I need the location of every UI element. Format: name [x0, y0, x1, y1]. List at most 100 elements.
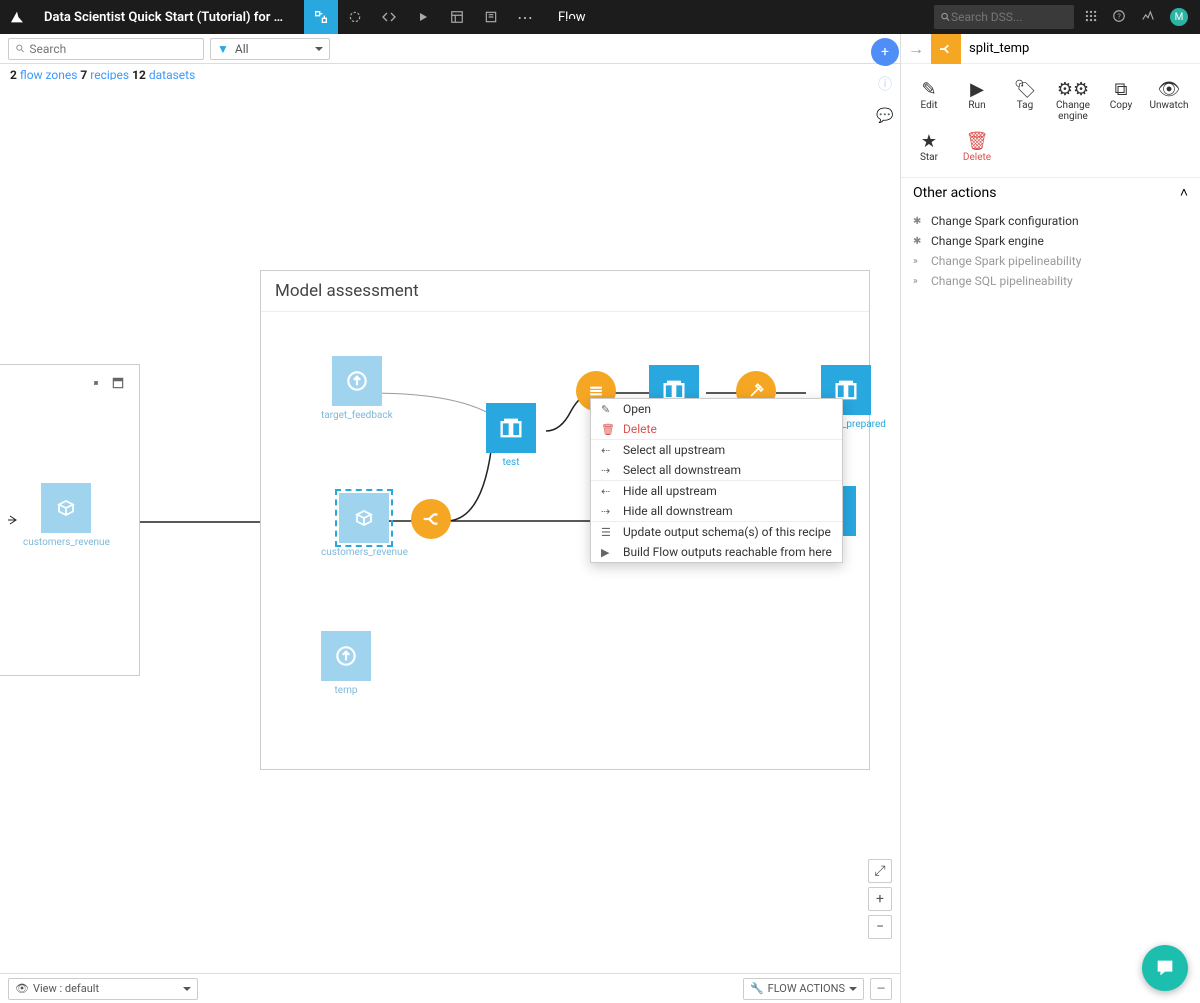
recipe-type-icon	[931, 34, 961, 64]
flow-icon[interactable]	[304, 0, 338, 34]
action-unwatch[interactable]: 👁Unwatch	[1145, 78, 1193, 122]
dashboard-icon[interactable]	[440, 0, 474, 34]
collapse-panel-icon[interactable]: →	[901, 39, 931, 59]
gear-icon: ✱	[913, 236, 927, 247]
ctx-hide-downstream[interactable]: ⇢Hide all downstream	[591, 501, 842, 521]
zone-left[interactable]: customers_revenue	[0, 364, 140, 676]
arrow-right-icon: ⇢	[601, 505, 617, 518]
oa-sql-pipe[interactable]: »Change SQL pipelineability	[901, 271, 1200, 291]
logo-icon[interactable]	[0, 9, 34, 25]
flow-search[interactable]	[8, 38, 204, 60]
node-customers-revenue[interactable]: customers_revenue	[321, 493, 408, 558]
play-icon[interactable]	[406, 0, 440, 34]
ctx-hide-upstream[interactable]: ⇠Hide all upstream	[591, 481, 842, 501]
help-icon[interactable]: ?	[1112, 8, 1126, 27]
apps-icon[interactable]	[1084, 8, 1098, 27]
filter-label: All	[235, 42, 249, 56]
star-icon: ★	[905, 130, 953, 152]
chevron-down-icon	[183, 987, 191, 995]
action-copy[interactable]: ⧉Copy	[1097, 78, 1145, 122]
circle-nav-icon[interactable]	[338, 0, 372, 34]
chevron-down-icon	[849, 987, 857, 995]
wiki-icon[interactable]	[474, 0, 508, 34]
topbar: Data Scientist Quick Start (Tutorial) fo…	[0, 0, 1200, 34]
ctx-update-schema[interactable]: ☰Update output schema(s) of this recipe	[591, 522, 842, 542]
other-actions-header[interactable]: Other actions ˄	[901, 177, 1200, 207]
forward-icon: »	[913, 276, 927, 287]
action-delete[interactable]: 🗑Delete	[953, 130, 1001, 163]
node-customers-revenue-mini[interactable]: customers_revenue	[23, 483, 110, 548]
play-icon: ▶	[601, 546, 617, 559]
global-search[interactable]	[934, 5, 1074, 29]
chat-bubble-icon[interactable]	[1142, 945, 1188, 991]
play-icon: ▶	[953, 78, 1001, 100]
forward-icon: »	[913, 256, 927, 267]
bottom-bar: 👁 View : default 🔧 FLOW ACTIONS —	[0, 973, 900, 1003]
fullscreen-zone-icon[interactable]	[111, 375, 125, 395]
list-icon: ☰	[601, 526, 617, 539]
flow-filter[interactable]: ▼ All	[210, 38, 330, 60]
action-edit[interactable]: ✎Edit	[905, 78, 953, 122]
node-label: target_feedback	[321, 410, 393, 421]
node-label: customers_revenue	[321, 547, 408, 558]
node-target-feedback[interactable]: target_feedback	[321, 356, 393, 421]
wrench-icon: 🔧	[750, 982, 764, 995]
action-run[interactable]: ▶Run	[953, 78, 1001, 122]
trash-icon: 🗑	[601, 423, 617, 436]
rail-info-icon[interactable]: ⓘ	[871, 70, 899, 98]
rail-add-icon[interactable]: +	[871, 38, 899, 66]
eye-icon: 👁	[15, 982, 29, 995]
node-temp[interactable]: temp	[321, 631, 371, 696]
collapse-zone-icon[interactable]	[89, 375, 103, 395]
ctx-open[interactable]: ✎Open	[591, 399, 842, 419]
ctx-build-outputs[interactable]: ▶Build Flow outputs reachable from here	[591, 542, 842, 562]
node-label: temp	[321, 685, 371, 696]
ctx-select-upstream[interactable]: ⇠Select all upstream	[591, 440, 842, 460]
global-search-input[interactable]	[951, 10, 1068, 24]
trash-icon: 🗑	[953, 130, 1001, 152]
svg-text:?: ?	[1117, 11, 1121, 20]
chevron-down-icon	[315, 47, 323, 55]
oa-spark-pipe[interactable]: »Change Spark pipelineability	[901, 251, 1200, 271]
rail-comment-icon[interactable]: 💬	[871, 102, 899, 130]
eye-off-icon: 👁	[1145, 78, 1193, 100]
minimize-button[interactable]: —	[870, 978, 892, 1000]
node-label: test	[486, 457, 536, 468]
ctx-delete[interactable]: 🗑Delete	[591, 419, 842, 439]
flow-actions-button[interactable]: 🔧 FLOW ACTIONS	[743, 978, 864, 1000]
oa-spark-conf[interactable]: ✱Change Spark configuration	[901, 211, 1200, 231]
project-title[interactable]: Data Scientist Quick Start (Tutorial) fo…	[34, 10, 304, 25]
view-selector[interactable]: 👁 View : default	[8, 978, 198, 1000]
search-icon	[940, 11, 951, 23]
arrow-left-icon: ⇠	[601, 485, 617, 498]
edit-icon: ✎	[601, 403, 617, 416]
flow-tab-label[interactable]: Flow	[542, 10, 602, 25]
chevron-up-icon: ˄	[1180, 184, 1188, 201]
action-change-engine[interactable]: ⚙⚙Change engine	[1049, 78, 1097, 122]
oa-spark-engine[interactable]: ✱Change Spark engine	[901, 231, 1200, 251]
side-panel: → split_temp ✎Edit ▶Run 🏷Tag ⚙⚙Change en…	[900, 34, 1200, 1003]
zone-title: Model assessment	[275, 281, 419, 301]
more-icon[interactable]: ⋯	[508, 0, 542, 34]
panel-title: split_temp	[961, 41, 1029, 56]
node-label: customers_revenue	[23, 537, 110, 548]
activity-icon[interactable]	[1140, 8, 1156, 27]
action-grid: ✎Edit ▶Run 🏷Tag ⚙⚙Change engine ⧉Copy 👁U…	[901, 64, 1200, 177]
ctx-select-downstream[interactable]: ⇢Select all downstream	[591, 460, 842, 480]
node-recipe-split[interactable]	[411, 499, 451, 539]
arrow-left-icon: ⇠	[601, 444, 617, 457]
tag-icon: 🏷	[1001, 78, 1049, 100]
code-icon[interactable]	[372, 0, 406, 34]
search-icon	[15, 43, 25, 54]
action-star[interactable]: ★Star	[905, 130, 953, 163]
right-rail: + ⓘ 💬	[870, 34, 900, 1003]
gear-icon: ✱	[913, 216, 927, 227]
node-test[interactable]: test	[486, 403, 536, 468]
copy-icon: ⧉	[1097, 78, 1145, 100]
flow-search-input[interactable]	[25, 42, 197, 56]
user-avatar[interactable]: M	[1170, 8, 1188, 26]
action-tag[interactable]: 🏷Tag	[1001, 78, 1049, 122]
filter-icon: ▼	[217, 42, 229, 56]
edit-icon: ✎	[905, 78, 953, 100]
flow-canvas[interactable]: customers_revenue Model assessment targe…	[0, 80, 900, 973]
